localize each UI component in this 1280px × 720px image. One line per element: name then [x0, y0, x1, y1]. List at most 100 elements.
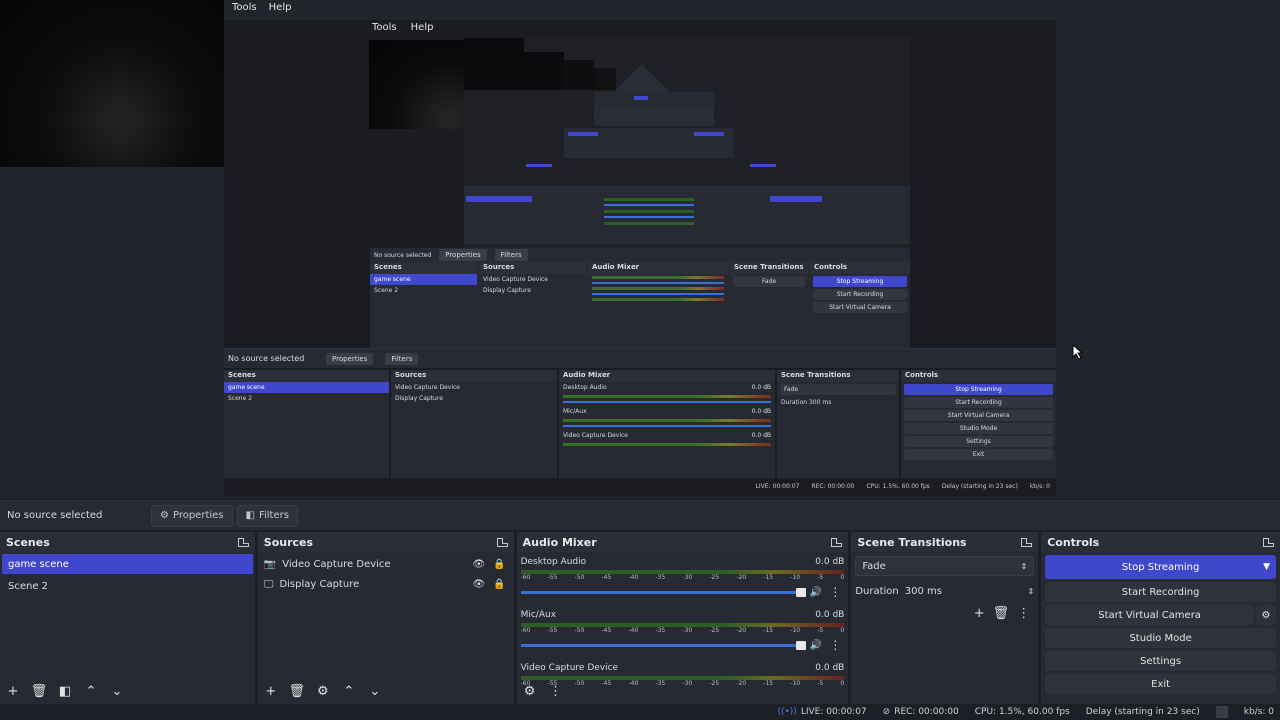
meter-tick: -10 [790, 627, 801, 634]
trash-icon[interactable]: 🗑 [286, 682, 308, 700]
more-vertical-icon[interactable]: ⋮ [1017, 606, 1030, 621]
menu-help[interactable]: Help [269, 2, 292, 16]
nested-transitions: Scene Transitions Fade Duration 300 ms [777, 370, 899, 478]
meter-tick: 0 [840, 627, 845, 634]
undock-icon[interactable] [831, 537, 843, 547]
chevron-down-icon[interactable]: ▼ [1263, 562, 1270, 572]
meter-tick: -45 [601, 680, 612, 687]
slider-handle[interactable] [795, 587, 806, 597]
nested-db-1: 0.0 dB [751, 384, 771, 391]
mixer-channel-header: Mic/Aux 0.0 dB [521, 609, 845, 621]
start-recording-button[interactable]: Start Recording [1045, 582, 1276, 602]
meter-tick: -40 [628, 680, 639, 687]
source-item-display-capture[interactable]: 🖵 Display Capture 👁 🔒 [258, 574, 514, 594]
lock-icon[interactable]: 🔒 [493, 559, 505, 570]
gear-icon[interactable]: ⚙ [519, 682, 541, 700]
nested-slider-2 [563, 425, 771, 427]
speaker-icon[interactable]: 🔊 [810, 640, 822, 651]
channel-name: Mic/Aux [520, 610, 557, 620]
preview-area[interactable]: Tools Help Tools Help No source selected… [0, 0, 1280, 498]
nested-scene-1: game scene [224, 382, 389, 393]
undock-icon[interactable] [237, 537, 249, 547]
lock-icon[interactable]: 🔒 [493, 579, 505, 590]
nested-slider-1 [563, 401, 771, 403]
nested-inner-scene-2: Scene 2 [374, 287, 399, 294]
filters-label: Filters [258, 510, 289, 521]
eye-icon[interactable]: 👁 [472, 559, 485, 570]
nested-inner-mixer: Audio Mixer [588, 262, 728, 346]
meter-tick: 0 [840, 574, 845, 581]
source-item-controls: 👁 🔒 [472, 559, 505, 570]
gear-icon[interactable]: ⚙ [1256, 605, 1276, 625]
undock-icon[interactable] [1263, 537, 1274, 547]
meter-tick: -30 [682, 680, 693, 687]
eye-icon[interactable]: 👁 [472, 579, 485, 590]
volume-slider[interactable] [520, 587, 806, 597]
transition-select[interactable]: Fade ⇕ [855, 556, 1035, 576]
meter-tick: -20 [736, 627, 747, 634]
undock-icon[interactable] [496, 537, 508, 547]
spin-arrows-icon[interactable]: ⇕ [1027, 587, 1034, 596]
meter-ticks: -60 -55 -50 -45 -40 -35 -30 -25 -20 -15 -10 -5 0 [521, 627, 845, 636]
nested-inner-fade: Fade [733, 276, 805, 287]
stop-streaming-label: Stop Streaming [1121, 561, 1200, 573]
nested-inner-properties: Properties [439, 249, 487, 261]
meter-tick: -55 [547, 627, 558, 634]
stop-streaming-button[interactable]: Stop Streaming ▼ [1045, 555, 1276, 579]
nested-meter-2 [563, 419, 771, 422]
properties-button[interactable]: ⚙ Properties [151, 504, 233, 527]
start-virtual-camera-button[interactable]: Start Virtual Camera [1045, 605, 1254, 625]
nested-meter-3 [563, 443, 771, 446]
scene-item-game-scene[interactable]: game scene [2, 554, 253, 574]
chevron-down-icon[interactable]: ⌄ [106, 682, 128, 700]
transitions-title-bar: Scene Transitions [851, 532, 1039, 552]
sources-dock: Sources 📷 Video Capture Device 👁 🔒 🖵 Dis… [257, 532, 514, 704]
live-time: LIVE: 00:00:07 [800, 707, 867, 717]
exit-button[interactable]: Exit [1045, 674, 1276, 694]
trash-icon[interactable]: 🗑 [993, 606, 1010, 621]
meter-tick: -55 [547, 574, 558, 581]
properties-label: Properties [172, 510, 224, 521]
volume-slider[interactable] [520, 640, 806, 650]
meter-tick: -35 [655, 627, 666, 634]
add-icon[interactable]: + [260, 682, 282, 700]
meter-tick: -15 [763, 574, 774, 581]
add-icon[interactable]: + [974, 606, 985, 621]
source-item-video-capture[interactable]: 📷 Video Capture Device 👁 🔒 [258, 554, 514, 574]
meter-tick: -60 [520, 574, 531, 581]
chevron-down-icon[interactable]: ⌄ [364, 682, 386, 700]
add-icon[interactable]: + [2, 682, 24, 700]
nested-docks-preview: No source selected Properties Filters Sc… [370, 248, 910, 350]
undock-icon[interactable] [1021, 537, 1033, 547]
nested-duration-value: 300 ms [808, 399, 832, 406]
more-vertical-icon[interactable]: ⋮ [826, 585, 844, 599]
scene-item-scene-2[interactable]: Scene 2 [2, 576, 253, 596]
chevron-up-icon[interactable]: ⌃ [338, 682, 360, 700]
speaker-icon[interactable]: 🔊 [810, 587, 822, 598]
obs-window: Tools Help Tools Help No source selected… [0, 0, 1280, 720]
menu-tools[interactable]: Tools [232, 2, 257, 16]
nested-docks: Scenes game scene Scene 2 Sources Video … [224, 370, 1056, 478]
nested-scenes: Scenes game scene Scene 2 [224, 370, 389, 478]
meter-tick: -35 [655, 680, 666, 687]
studio-mode-button[interactable]: Studio Mode [1045, 628, 1276, 648]
more-vertical-icon[interactable]: ⋮ [545, 682, 567, 700]
meter-tick: -50 [574, 574, 585, 581]
filters-icon[interactable]: ◧ [54, 682, 76, 700]
channel-level: 0.0 dB [815, 557, 845, 567]
nested-inner-filters: Filters [494, 249, 528, 261]
trash-icon[interactable]: 🗑 [28, 682, 50, 700]
more-vertical-icon[interactable]: ⋮ [826, 638, 844, 652]
settings-button[interactable]: Settings [1045, 651, 1276, 671]
filters-button[interactable]: ◧ Filters [236, 504, 298, 527]
meter-tick: 0 [840, 680, 845, 687]
meter-tick: -25 [709, 574, 720, 581]
duration-spinbox[interactable]: 300 ms ⇕ [905, 586, 1034, 597]
meter-tick: -5 [817, 627, 824, 634]
gear-icon[interactable]: ⚙ [312, 682, 334, 700]
channel-name: Video Capture Device [520, 663, 619, 673]
chevron-up-icon[interactable]: ⌃ [80, 682, 102, 700]
duration-label: Duration [855, 585, 899, 597]
slider-handle[interactable] [795, 640, 806, 650]
mixer-title-bar: Audio Mixer [516, 532, 849, 552]
